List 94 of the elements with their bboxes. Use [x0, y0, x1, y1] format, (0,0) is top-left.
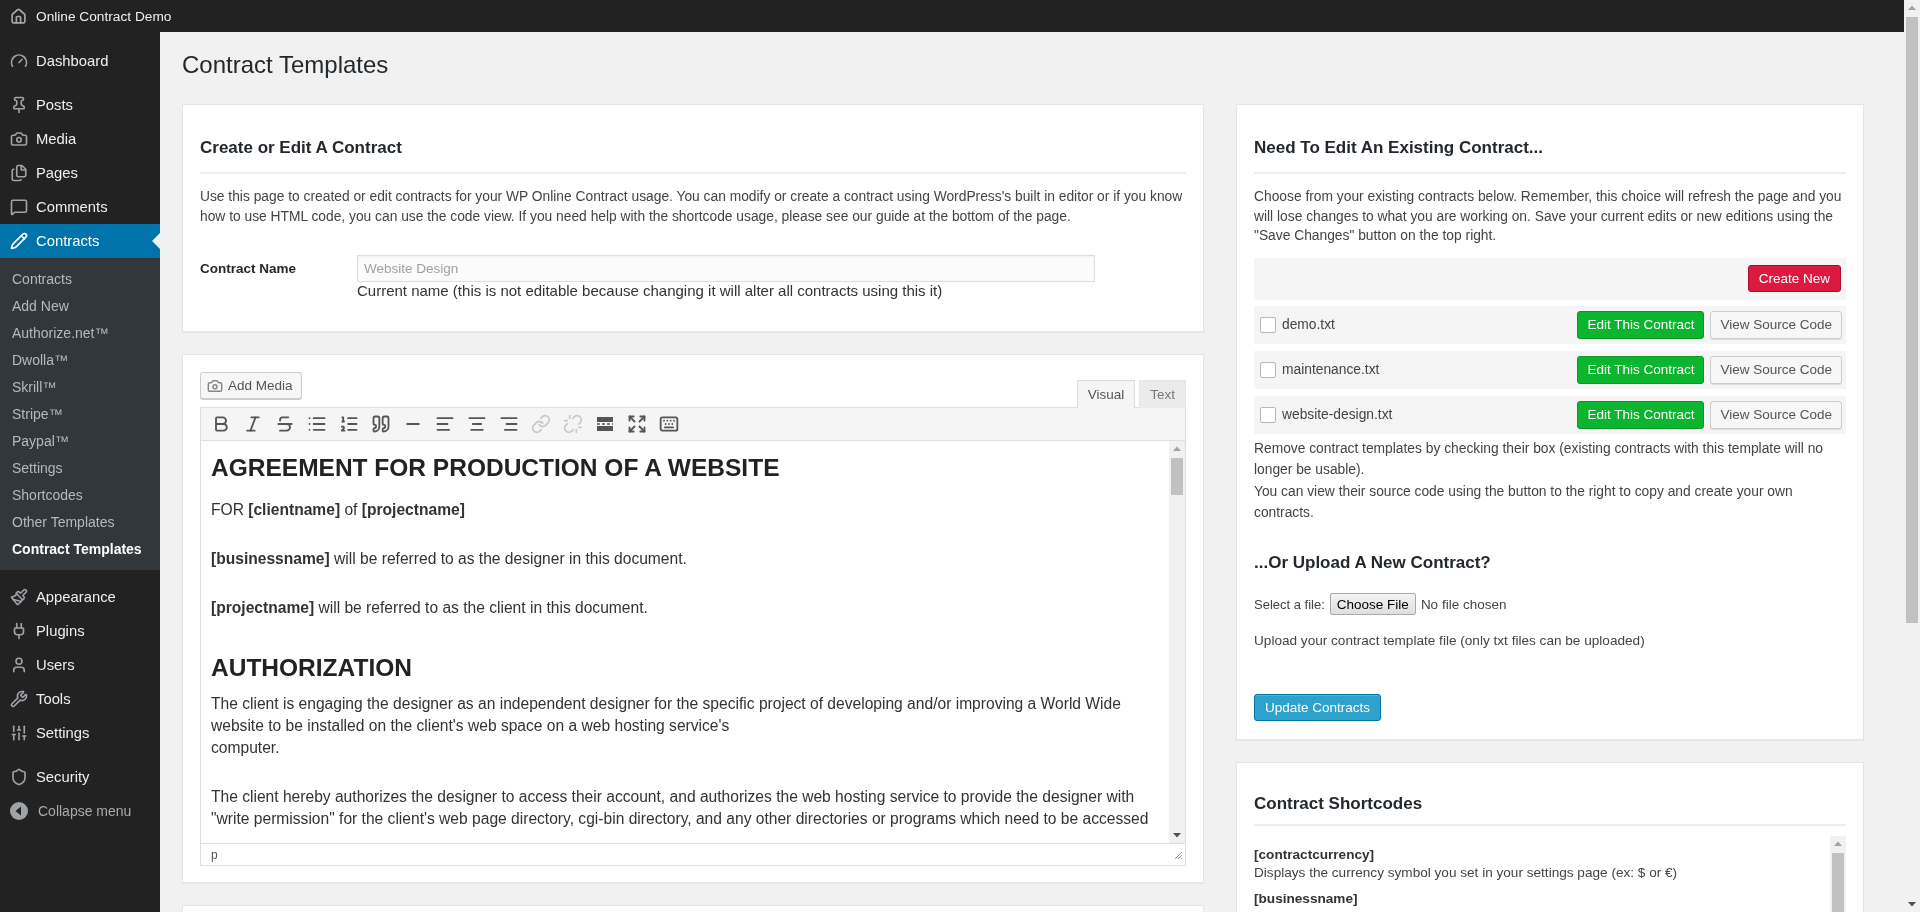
submenu-item[interactable]: Authorize.net™ — [0, 319, 160, 346]
file-name: website-design.txt — [1282, 407, 1393, 422]
page-title: Contract Templates — [182, 50, 389, 79]
document-paragraph: The client is engaging the designer as an independent designer for the specific project of developing and/or improving a World Wide website to be installed on the client's web space on a web hosting service's computer. — [211, 694, 1122, 758]
align-left-icon[interactable] — [435, 414, 455, 434]
submenu-item[interactable]: Other Templates — [0, 508, 160, 535]
view-source-button[interactable]: View Source Code — [1710, 355, 1842, 384]
file-name: demo.txt — [1282, 317, 1335, 332]
menu-item[interactable]: Plugins — [0, 614, 160, 648]
editor-tab[interactable]: Text — [1139, 380, 1186, 408]
submenu-item[interactable]: Stripe™ — [0, 400, 160, 427]
panel-title: Create or Edit A Contract — [200, 138, 403, 158]
checkbox[interactable] — [1260, 316, 1276, 333]
speech-bubble-icon — [10, 198, 28, 216]
menu-item[interactable]: Dashboard — [0, 44, 160, 78]
resize-grip-icon[interactable] — [1173, 849, 1183, 860]
page-break-icon[interactable] — [595, 414, 615, 434]
align-right-icon[interactable] — [499, 414, 519, 434]
document-paragraph: [businessname] will be referred to as the designer in this document. — [211, 549, 688, 569]
file-name: maintenance.txt — [1282, 362, 1380, 377]
bullet-list-icon[interactable] — [307, 414, 327, 434]
submenu-item[interactable]: Add New — [0, 292, 160, 319]
menu-item[interactable]: Media — [0, 122, 160, 156]
menu-item[interactable]: Users — [0, 648, 160, 682]
submenu-item[interactable]: Settings — [0, 454, 160, 481]
camera-icon — [10, 130, 28, 148]
document-heading: AGREEMENT FOR PRODUCTION OF A WEBSITE — [211, 453, 781, 483]
settings-icon — [10, 724, 28, 742]
fullscreen-icon[interactable] — [627, 414, 647, 434]
paintbrush-icon — [10, 588, 28, 606]
align-center-icon[interactable] — [467, 414, 487, 434]
element-path[interactable]: p — [211, 847, 218, 862]
scrollbar-thumb[interactable] — [1906, 17, 1918, 623]
menu-item[interactable]: Comments — [0, 190, 160, 224]
field-label: Contract Name — [200, 260, 298, 278]
documents-icon — [10, 164, 28, 182]
menu-item[interactable]: Settings — [0, 716, 160, 750]
pin-icon — [10, 96, 28, 114]
menu-item[interactable]: Contracts — [0, 224, 160, 258]
strikethrough-icon[interactable] — [275, 414, 295, 434]
view-source-button[interactable]: View Source Code — [1710, 400, 1842, 429]
menu-item[interactable]: Tools — [0, 682, 160, 716]
checkbox[interactable] — [1260, 406, 1276, 423]
menu-item[interactable]: Pages — [0, 156, 160, 190]
home-icon[interactable] — [10, 7, 27, 25]
editor-tab[interactable]: Visual — [1076, 380, 1136, 408]
editor-scrollbar[interactable] — [1169, 441, 1185, 843]
gauge-icon — [10, 52, 28, 70]
camera-icon — [207, 377, 223, 394]
shortcode-name: [contractcurrency] — [1254, 845, 1375, 864]
submenu-item[interactable]: Shortcodes — [0, 481, 160, 508]
file-status: No file chosen — [1420, 596, 1507, 612]
panel-title: ...Or Upload A New Contract? — [1254, 552, 1492, 573]
collapse-icon — [10, 802, 28, 820]
shortcode-description: Displays the currency symbol you set in your settings page (ex: $ or €) — [1254, 863, 1678, 882]
checkbox[interactable] — [1260, 361, 1276, 378]
wrench-icon — [10, 690, 28, 708]
panel-note: You can view their source code using the button to the right to copy and create your own contracts. — [1254, 482, 1794, 522]
panel-title: Contract Shortcodes — [1254, 793, 1424, 814]
scrollbar-thumb[interactable] — [1171, 458, 1183, 495]
site-title[interactable]: Online Contract Demo — [36, 8, 172, 24]
view-source-button[interactable]: View Source Code — [1710, 310, 1842, 339]
menu-item[interactable]: Security — [0, 760, 160, 794]
shield-icon — [10, 768, 28, 786]
italic-icon[interactable] — [243, 414, 263, 434]
field-help-text: Current name (this is not editable because changing it will alter all contracts using this it) — [357, 282, 943, 300]
submenu-item[interactable]: Contract Templates — [0, 535, 160, 562]
keyboard-icon[interactable] — [659, 414, 679, 434]
document-paragraph: The client hereby authorizes the designer to access their account, and authorizes the web hosting service to provide the designer with "write permission" for the client's web page directory, cgi-bin directory, and any other directories or programs which need to be accessed — [211, 787, 1150, 829]
document-paragraph: [projectname] will be referred to as the client in this document. — [211, 598, 649, 618]
file-label: Select a file: — [1254, 596, 1325, 612]
collapse-menu-button[interactable]: Collapse menu — [0, 794, 160, 828]
document-paragraph: FOR [clientname] of [projectname] — [211, 500, 466, 520]
create-new-button[interactable]: Create New — [1747, 265, 1841, 292]
upload-hint: Upload your contract template file (only txt files can be uploaded) — [1254, 631, 1646, 650]
panel-title: Need To Edit An Existing Contract... — [1254, 138, 1545, 158]
user-icon — [10, 656, 28, 674]
choose-file-button[interactable]: Choose File — [1329, 593, 1416, 615]
panel-description: Use this page to created or edit contracts for your WP Online Contract usage. You can modify or create a contract using WordPress's built in editor or if you know how to use HTML code, you can use the code view. If you need help with the shortcode usage, please see our guide at the bottom of the page. — [200, 188, 1184, 226]
menu-pointer-icon — [152, 233, 160, 249]
panel-description: Choose from your existing contracts below. Remember, this choice will refresh the page and you will lose changes to what you are working on. Save your current edits or new editions using the "Save Changes" button on the top right. — [1254, 188, 1843, 245]
shortcode-name: [businessname] — [1254, 889, 1358, 908]
menu-item[interactable]: Posts — [0, 88, 160, 122]
submenu-item[interactable]: Paypal™ — [0, 427, 160, 454]
document-heading: AUTHORIZATION — [211, 653, 413, 683]
submenu-item[interactable]: Skrill™ — [0, 373, 160, 400]
pencil-icon — [10, 232, 28, 250]
quote-icon[interactable] — [371, 414, 391, 434]
numbered-list-icon[interactable] — [339, 414, 359, 434]
panel-note: Remove contract templates by checking their box (existing contracts with this template will no longer be usable). — [1254, 439, 1824, 479]
menu-item[interactable]: Appearance — [0, 580, 160, 614]
submenu-item[interactable]: Contracts — [0, 265, 160, 292]
submenu-item[interactable]: Dwolla™ — [0, 346, 160, 373]
add-media-button[interactable]: Add Media — [200, 372, 302, 399]
